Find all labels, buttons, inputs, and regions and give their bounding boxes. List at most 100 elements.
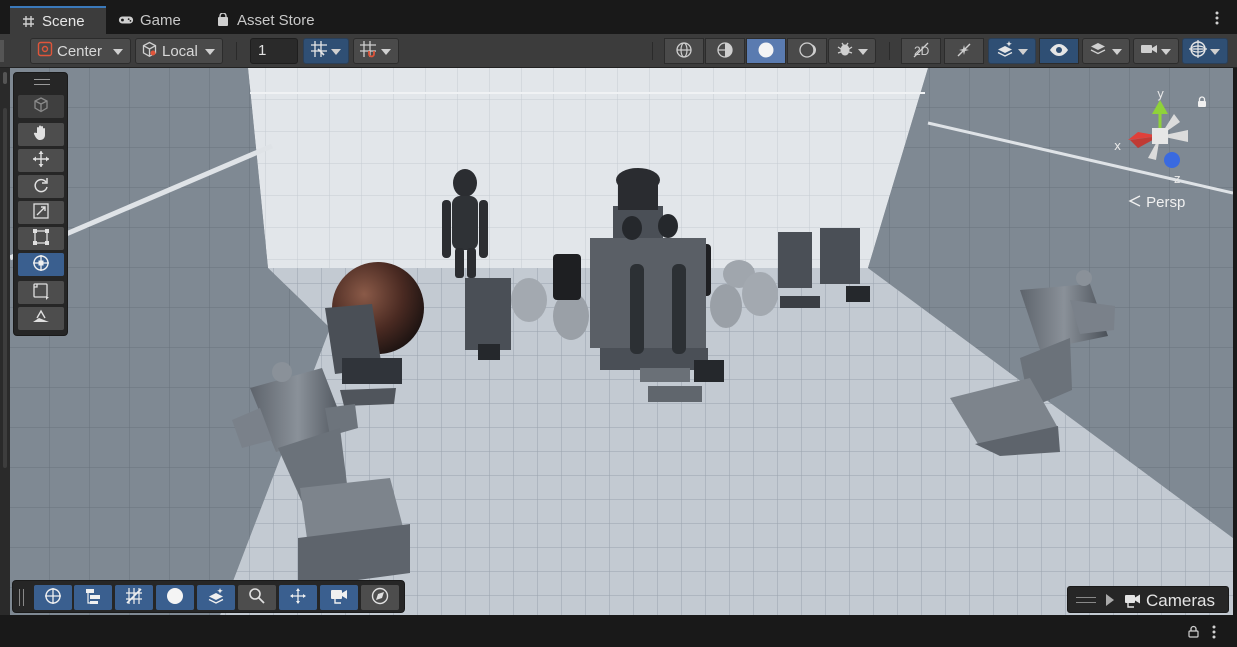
scene-toolbar: Center Local 1 2D (0, 34, 1237, 68)
grid-snapping-toggle[interactable] (303, 38, 349, 64)
custom-editor-tool-button[interactable] (18, 281, 64, 304)
local-cube-icon (141, 41, 158, 62)
cameras-overlay[interactable]: Cameras (1067, 586, 1229, 613)
rect-transform-icon (32, 228, 50, 249)
scale-tool-button[interactable] (18, 201, 64, 224)
gizmo-x-label: x (1114, 139, 1121, 153)
scene-render (10, 68, 1233, 615)
hierarchy-icon (84, 587, 102, 608)
layers-sparkle-icon (996, 40, 1014, 62)
grid-hash-icon (20, 13, 36, 29)
debug-draw-mode-dropdown[interactable] (828, 38, 876, 64)
lock-icon[interactable] (1188, 625, 1199, 641)
2d-toggle[interactable]: 2D (901, 38, 941, 64)
2d-icon: 2D (912, 41, 930, 62)
scene-visibility-toggle[interactable] (1039, 38, 1079, 64)
overlay-transform-button[interactable] (34, 585, 72, 610)
transform-icon (43, 586, 63, 609)
overlay-grid-button[interactable] (115, 585, 153, 610)
wireframe-shading-button[interactable] (664, 38, 704, 64)
tab-scene[interactable]: Scene (10, 6, 106, 34)
overlay-navigation-button[interactable] (279, 585, 317, 610)
separator (889, 42, 890, 60)
chevron-down-icon (1018, 49, 1028, 55)
scene-viewport[interactable] (10, 68, 1233, 615)
gizmo-z-label: z (1174, 172, 1180, 186)
rotate-tool-button[interactable] (18, 175, 64, 198)
chevron-down-icon (1210, 49, 1220, 55)
move-tool-button[interactable] (18, 149, 64, 172)
gamepad-icon (118, 12, 134, 28)
unlit-button[interactable] (787, 38, 827, 64)
shaded-button[interactable] (746, 38, 786, 64)
hand-icon (32, 124, 50, 145)
drag-handle-icon[interactable] (1076, 597, 1096, 603)
rect-tool-button[interactable] (18, 227, 64, 250)
overlay-hierarchy-button[interactable] (74, 585, 112, 610)
shaded-wireframe-button[interactable] (705, 38, 745, 64)
chevron-down-icon (858, 49, 868, 55)
move-arrows-icon (32, 150, 50, 171)
lock-icon[interactable] (1197, 96, 1207, 111)
overlay-compass-button[interactable] (361, 585, 399, 610)
space-label: Local (162, 42, 198, 60)
more-options-icon[interactable] (1211, 10, 1223, 26)
overlay-camera-button[interactable] (320, 585, 358, 610)
toolbar-drag-handle[interactable] (0, 40, 4, 62)
tab-asset-store-label: Asset Store (237, 11, 315, 29)
separator (236, 42, 237, 60)
transform-tool-button[interactable] (18, 253, 64, 276)
edge-notch (3, 72, 7, 84)
drag-handle-icon[interactable] (19, 589, 24, 606)
component-tool-button[interactable] (18, 307, 64, 330)
overlay-toolbar (12, 580, 405, 613)
camera-mode-toggle[interactable]: Persp (1128, 194, 1185, 211)
unlit-sphere-icon (798, 41, 816, 62)
tab-scene-label: Scene (42, 12, 85, 30)
pivot-dropdown[interactable]: Center (30, 38, 131, 64)
eye-icon (1049, 43, 1069, 60)
search-icon (248, 587, 266, 608)
svg-text:2D: 2D (914, 44, 930, 58)
chevron-down-icon (1161, 49, 1171, 55)
layers-dropdown[interactable] (1082, 38, 1130, 64)
camera-settings-dropdown[interactable] (1133, 38, 1179, 64)
tab-bar: Scene Game Asset Store (0, 0, 1237, 34)
lighting-toggle[interactable] (944, 38, 984, 64)
magnet-grid-icon (359, 40, 377, 62)
orientation-gizmo[interactable]: y x z (1108, 86, 1208, 186)
chevron-right-icon[interactable] (1106, 594, 1114, 606)
chevron-down-icon (331, 49, 341, 55)
light-off-icon (955, 41, 973, 62)
status-bar (0, 615, 1237, 647)
gizmos-dropdown[interactable] (1182, 38, 1228, 64)
solid-sphere-icon (757, 41, 775, 62)
overlay-shading-button[interactable] (156, 585, 194, 610)
navigation-arrows-icon (289, 587, 307, 608)
camera-mode-label: Persp (1146, 194, 1186, 211)
hand-tool-button[interactable] (18, 123, 64, 146)
chevron-down-icon (205, 49, 215, 55)
grid-size-input[interactable]: 1 (250, 38, 298, 64)
overlay-layers-button[interactable] (197, 585, 235, 610)
tools-overlay (13, 72, 68, 336)
pivot-center-icon (37, 41, 53, 61)
view-tool-cube-button[interactable] (18, 95, 64, 118)
drag-handle-icon[interactable] (34, 79, 50, 85)
separator (652, 42, 653, 60)
tab-game-label: Game (140, 11, 181, 29)
tab-game[interactable]: Game (108, 6, 191, 34)
space-dropdown[interactable]: Local (135, 38, 223, 64)
increment-snapping-toggle[interactable] (353, 38, 399, 64)
effects-dropdown[interactable] (988, 38, 1036, 64)
editor-tool-icon (32, 282, 50, 303)
layers-icon (1089, 40, 1107, 62)
grid-slash-icon (124, 586, 144, 609)
chevron-down-icon (1112, 49, 1122, 55)
scrollbar[interactable] (3, 108, 7, 468)
bug-icon (836, 40, 854, 62)
more-options-icon[interactable] (1210, 624, 1218, 643)
tab-asset-store[interactable]: Asset Store (205, 6, 325, 34)
chevron-down-icon (381, 49, 391, 55)
overlay-search-button[interactable] (238, 585, 276, 610)
